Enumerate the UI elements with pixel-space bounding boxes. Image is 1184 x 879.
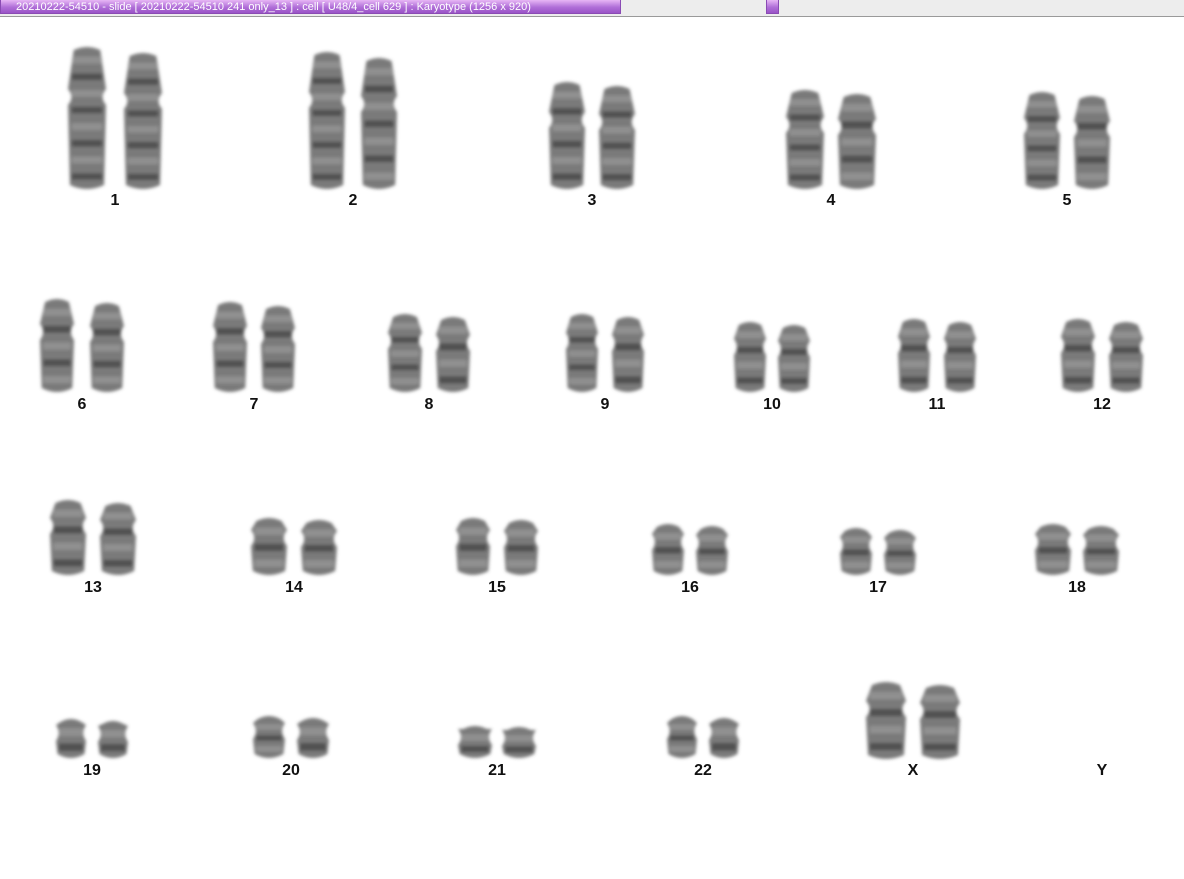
chromosome-image	[40, 299, 74, 392]
chromosome-x-2[interactable]	[916, 680, 964, 770]
chromosome-10-2[interactable]	[774, 320, 814, 403]
chromosome-image	[1083, 526, 1119, 575]
chromosome-image	[866, 682, 906, 759]
chromosome-image	[696, 526, 728, 575]
chromosome-image	[98, 721, 128, 758]
chromosome-image	[1024, 92, 1060, 189]
chromosome-20-1[interactable]	[249, 711, 289, 769]
chromosome-image	[778, 325, 810, 392]
chromosome-image	[436, 317, 470, 392]
chromosome-13-1[interactable]	[46, 495, 90, 586]
chromosome-17-1[interactable]	[836, 523, 876, 586]
chromosome-image	[838, 94, 876, 189]
chromosome-image	[612, 317, 644, 392]
chromosome-image	[549, 82, 585, 189]
chromosome-image	[667, 716, 697, 758]
chromosome-3-1[interactable]	[545, 77, 589, 200]
chromosome-image	[652, 524, 684, 575]
chromosome-9-1[interactable]	[562, 309, 602, 403]
title-bar: 20210222-54510 - slide [ 20210222-54510 …	[0, 0, 1184, 17]
chromosome-11-1[interactable]	[894, 314, 934, 403]
karyotype-panel: 1 2 3 4 5 6 7 8 9 10 11 12 13 14 15 16 17 18 19 20 21 22 X Y	[0, 17, 1184, 879]
chromosome-17-2[interactable]	[880, 525, 920, 586]
chromosome-image	[504, 520, 538, 575]
chromosome-image	[898, 319, 930, 392]
chromosome-image	[90, 303, 124, 392]
chromosome-1-1[interactable]	[64, 42, 110, 200]
chromosome-x-1[interactable]	[862, 677, 910, 770]
chromosome-image	[50, 500, 86, 575]
chromosome-14-2[interactable]	[297, 515, 341, 586]
chromosome-6-2[interactable]	[86, 298, 128, 403]
chromosome-15-2[interactable]	[500, 515, 542, 586]
chromosome-image	[1109, 322, 1143, 392]
chromosome-image	[920, 685, 960, 759]
chromosome-22-1[interactable]	[663, 711, 701, 769]
chromosome-image	[566, 314, 598, 392]
chromosome-image	[502, 727, 536, 758]
chromosome-image	[1061, 319, 1095, 392]
chromosome-image	[301, 520, 337, 575]
chromosome-8-1[interactable]	[384, 309, 426, 403]
chromosome-image	[944, 322, 976, 392]
chromosome-label-y: Y	[1096, 762, 1108, 779]
chromosome-16-2[interactable]	[692, 521, 732, 586]
chromosome-image	[456, 518, 490, 575]
chromosome-20-2[interactable]	[293, 713, 333, 769]
chromosome-14-1[interactable]	[247, 513, 291, 586]
chromosome-9-2[interactable]	[608, 312, 648, 403]
chromosome-7-2[interactable]	[257, 301, 299, 403]
chromosome-21-2[interactable]	[498, 722, 540, 769]
chromosome-6-1[interactable]	[36, 294, 78, 403]
chromosome-18-2[interactable]	[1079, 521, 1123, 586]
chromosome-19-1[interactable]	[52, 714, 90, 769]
chromosome-3-2[interactable]	[595, 81, 639, 200]
chromosome-image	[734, 322, 766, 392]
chromosome-image	[100, 503, 136, 575]
title-bar-handle[interactable]	[766, 0, 779, 14]
chromosome-18-1[interactable]	[1031, 519, 1075, 586]
window-title-tab[interactable]: 20210222-54510 - slide [ 20210222-54510 …	[0, 0, 621, 14]
chromosome-7-1[interactable]	[209, 297, 251, 403]
chromosome-5-2[interactable]	[1070, 91, 1114, 200]
chromosome-5-1[interactable]	[1020, 87, 1064, 200]
chromosome-image	[1035, 524, 1071, 575]
chromosome-image	[213, 302, 247, 392]
chromosome-16-1[interactable]	[648, 519, 688, 586]
chromosome-image	[884, 530, 916, 575]
chromosome-image	[56, 719, 86, 758]
chromosome-1-2[interactable]	[120, 48, 166, 200]
chromosome-image	[309, 52, 345, 189]
chromosome-image	[786, 90, 824, 189]
chromosome-image	[1074, 96, 1110, 189]
chromosome-image	[388, 314, 422, 392]
chromosome-19-2[interactable]	[94, 716, 132, 769]
chromosome-image	[297, 718, 329, 758]
chromosome-image	[361, 58, 397, 189]
chromosome-12-1[interactable]	[1057, 314, 1099, 403]
chromosome-13-2[interactable]	[96, 498, 140, 586]
chromosome-image	[840, 528, 872, 575]
chromosome-15-1[interactable]	[452, 513, 494, 586]
chromosome-image	[251, 518, 287, 575]
chromosome-12-2[interactable]	[1105, 317, 1147, 403]
chromosome-image	[709, 718, 739, 758]
chromosome-4-1[interactable]	[782, 85, 828, 200]
chromosome-22-2[interactable]	[705, 713, 743, 769]
chromosome-2-1[interactable]	[305, 47, 349, 200]
chromosome-image	[124, 53, 162, 189]
chromosome-image	[261, 306, 295, 392]
chromosome-image	[253, 716, 285, 758]
chromosome-image	[458, 726, 492, 758]
chromosome-8-2[interactable]	[432, 312, 474, 403]
chromosome-image	[599, 86, 635, 189]
chromosome-image	[68, 47, 106, 189]
chromosome-11-2[interactable]	[940, 317, 980, 403]
chromosome-10-1[interactable]	[730, 317, 770, 403]
chromosome-2-2[interactable]	[357, 53, 401, 200]
chromosome-21-1[interactable]	[454, 721, 496, 769]
chromosome-4-2[interactable]	[834, 89, 880, 200]
